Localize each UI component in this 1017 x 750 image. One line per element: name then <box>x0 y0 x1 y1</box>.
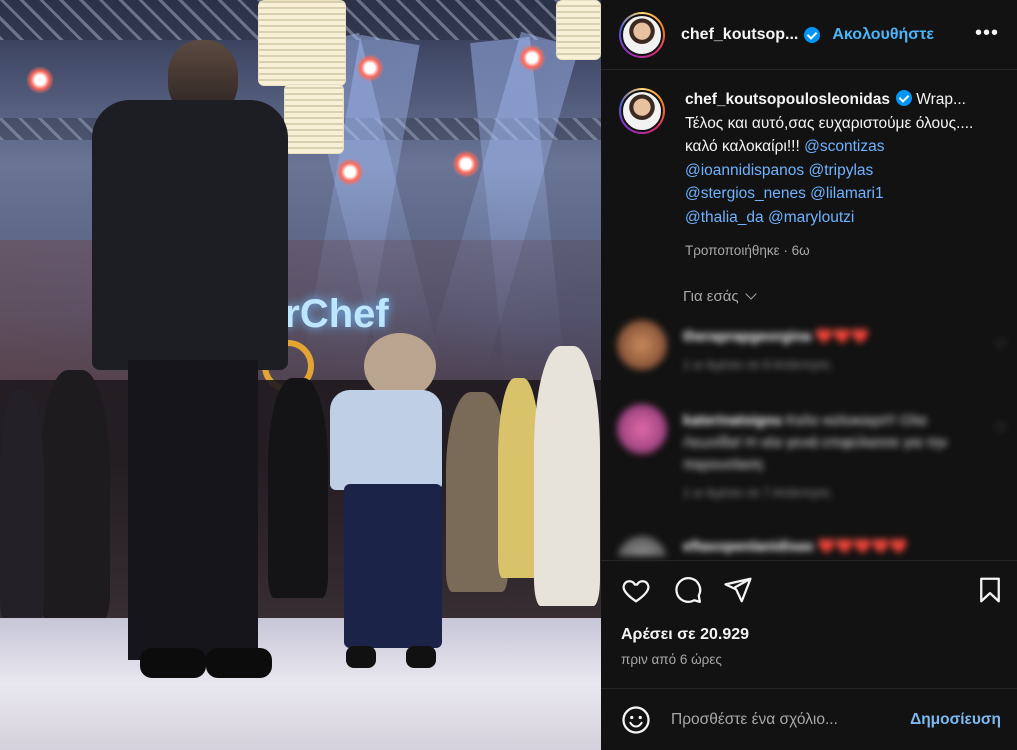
post-photo[interactable]: erChef <box>0 0 601 750</box>
header-username[interactable]: chef_koutsop... <box>681 26 798 44</box>
stage-lamp <box>452 150 480 178</box>
stage-lamp <box>518 44 546 72</box>
caption-body: chef_koutsopoulosleonidas Wrap... Τέλος … <box>685 88 985 263</box>
comment-username[interactable]: eftaxopenlanidisas <box>683 539 814 555</box>
crowd-person <box>268 378 328 598</box>
comment-text: ❤️❤️❤️ <box>815 329 870 345</box>
stage-lamp <box>26 66 54 94</box>
mention-link[interactable]: @thalia_da <box>685 209 764 226</box>
hanging-lantern <box>556 0 601 60</box>
caption-edited-timestamp: Τροποποιήθηκε · 6ω <box>685 243 810 258</box>
crowd-person <box>40 370 110 620</box>
comment-avatar[interactable] <box>617 320 667 370</box>
verified-badge-icon <box>895 90 912 106</box>
mention-link[interactable]: @tripylas <box>808 162 873 179</box>
bookmark-icon[interactable] <box>975 575 1005 605</box>
for-you-label: Για εσάς <box>683 288 739 305</box>
more-options-icon[interactable]: ••• <box>975 22 999 45</box>
comment-icon[interactable] <box>673 575 703 605</box>
hanging-lantern <box>284 84 344 154</box>
avatar-icon[interactable] <box>619 11 665 58</box>
post-caption: chef_koutsopoulosleonidas Wrap... Τέλος … <box>619 88 999 263</box>
stage-floor <box>0 618 601 750</box>
comment-meta: 1 w Αρέσει σε 8 Απάντηση <box>683 358 830 372</box>
hanging-lantern <box>258 0 346 86</box>
caption-truncated-text: Wrap... <box>916 91 966 108</box>
child-shoe <box>346 646 376 668</box>
comment-like-icon[interactable]: ♡ <box>994 420 1007 437</box>
caption-username[interactable]: chef_koutsopoulosleonidas <box>685 91 890 108</box>
like-count[interactable]: Αρέσει σε 20.929 <box>621 626 749 644</box>
follow-button[interactable]: Ακολουθήστε <box>832 26 934 44</box>
post-time-ago: πριν από 6 ώρες <box>621 652 722 667</box>
for-you-filter[interactable]: Για εσάς <box>683 288 757 305</box>
mention-link[interactable]: @stergios_nenes <box>685 185 806 202</box>
stage-lamp <box>336 158 364 186</box>
verified-badge-icon <box>804 26 821 43</box>
child-shoe <box>406 646 436 668</box>
comment-item: eftaxopenlanidisas ❤️❤️❤️❤️❤️ <box>617 536 1007 556</box>
mention-link[interactable]: @scontizas <box>804 138 884 155</box>
share-icon[interactable] <box>723 575 753 605</box>
chevron-down-icon <box>744 288 757 300</box>
caption-avatar-icon[interactable] <box>619 88 665 134</box>
comment-like-icon[interactable]: ♡ <box>994 336 1007 353</box>
comment-input[interactable] <box>671 707 891 733</box>
comment-username[interactable]: katerinatsigou <box>683 413 782 429</box>
post-side-panel: chef_koutsop... Ακολουθήστε ••• chef_kou… <box>601 0 1017 750</box>
man-legs <box>128 360 258 660</box>
comment-text: ❤️❤️❤️❤️❤️ <box>817 539 908 555</box>
shoe <box>206 648 272 678</box>
crowd-person <box>0 390 44 620</box>
child-shirt <box>330 390 442 490</box>
post-header: chef_koutsop... Ακολουθήστε ••• <box>601 0 1017 70</box>
man-in-suit <box>92 100 288 370</box>
stage-lamp <box>356 54 384 82</box>
crowd-person <box>534 346 600 606</box>
avatar-image <box>621 90 663 132</box>
comment-text-block: katerinatsigou Καλο καλοκαιρι!!! Ολα Λεω… <box>683 410 983 504</box>
mention-link[interactable]: @maryloutzi <box>768 209 854 226</box>
comment-username[interactable]: theraprapgeorgina <box>683 329 811 345</box>
child-pants <box>344 484 442 648</box>
shoe <box>140 648 206 678</box>
post-actions-bar <box>601 560 1017 616</box>
heart-icon[interactable] <box>621 575 651 605</box>
mention-link[interactable]: @ioannidispanos <box>685 162 804 179</box>
comment-avatar[interactable] <box>617 404 667 454</box>
comment-meta: 1 w Αρέσει σε 7 Απάντηση <box>683 486 830 500</box>
post-comment-button[interactable]: Δημοσίευση <box>910 711 1001 729</box>
comment-text-block: eftaxopenlanidisas ❤️❤️❤️❤️❤️ <box>683 536 983 556</box>
comment-avatar[interactable] <box>617 536 667 556</box>
avatar-image <box>621 13 663 56</box>
comment-text-block: theraprapgeorgina ❤️❤️❤️ 1 w Αρέσει σε 8… <box>683 326 983 376</box>
comment-composer: Δημοσίευση <box>601 688 1017 750</box>
emoji-icon[interactable] <box>621 705 651 735</box>
mention-link[interactable]: @lilamari1 <box>810 185 883 202</box>
